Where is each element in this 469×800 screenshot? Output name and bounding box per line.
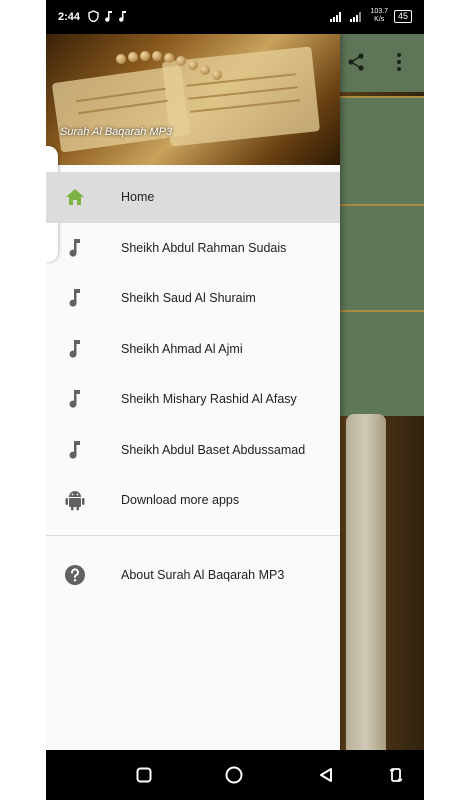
network-speed-unit: K/s (374, 16, 385, 23)
prayer-bead (116, 54, 126, 64)
menu-item-home[interactable]: Home (46, 172, 340, 223)
menu-item-label: Sheikh Ahmad Al Ajmi (121, 341, 243, 356)
prayer-bead (152, 51, 162, 61)
menu-item-about[interactable]: About Surah Al Baqarah MP3 (46, 550, 340, 601)
status-time: 2:44 (58, 11, 81, 23)
drawer-header: Surah Al Baqarah MP3 (46, 34, 340, 165)
prayer-bead (212, 70, 222, 80)
prayer-bead (188, 60, 198, 70)
menu-item-sudais[interactable]: Sheikh Abdul Rahman Sudais (46, 223, 340, 274)
menu-item-abdussamad[interactable]: Sheikh Abdul Baset Abdussamad (46, 425, 340, 476)
signal-icon (350, 11, 362, 22)
drawer-header-title: Surah Al Baqarah MP3 (60, 126, 173, 138)
menu-item-afasy[interactable]: Sheikh Mishary Rashid Al Afasy (46, 374, 340, 425)
recents-button[interactable] (134, 765, 154, 785)
home-icon (64, 186, 86, 208)
prayer-bead (140, 51, 150, 61)
signal-icon (330, 11, 342, 22)
menu-item-download-apps[interactable]: Download more apps (46, 475, 340, 526)
menu-item-label: Download more apps (121, 493, 240, 508)
music-note-icon (64, 439, 86, 461)
rotate-screen-button[interactable] (386, 765, 406, 785)
menu-divider (46, 534, 340, 536)
square-icon (136, 767, 152, 783)
music-note-icon (119, 11, 126, 22)
prayer-bead (128, 52, 138, 62)
menu-item-label: Home (121, 190, 155, 205)
status-bar: 2:44 103.7 K/s 45 (46, 0, 424, 34)
menu-item-ajmi[interactable]: Sheikh Ahmad Al Ajmi (46, 324, 340, 375)
rotate-icon (389, 768, 403, 782)
status-notification-icons (88, 10, 127, 22)
back-button[interactable] (316, 765, 336, 785)
music-note-icon (64, 388, 86, 410)
prayer-bead (164, 53, 174, 63)
menu-item-shuraim[interactable]: Sheikh Saud Al Shuraim (46, 273, 340, 324)
menu-item-label: About Surah Al Baqarah MP3 (121, 567, 285, 582)
prayer-bead (176, 56, 186, 66)
phone-screen: 2:44 103.7 K/s 45 Surah Al Baqarah MP3 H… (46, 0, 424, 800)
prayer-bead (200, 65, 210, 75)
menu-item-label: Sheikh Mishary Rashid Al Afasy (121, 392, 297, 407)
music-note-icon (105, 11, 112, 22)
shield-icon (88, 10, 99, 22)
battery-icon: 45 (393, 9, 412, 23)
navigation-drawer: Surah Al Baqarah MP3 Home Sheikh Abdul R… (46, 34, 340, 750)
back-triangle-icon (320, 768, 332, 782)
menu-item-label: Sheikh Abdul Rahman Sudais (121, 240, 287, 255)
network-speed: 103.7 K/s (370, 8, 388, 24)
status-right-icons: 103.7 K/s 45 (330, 8, 412, 24)
music-note-icon (64, 237, 86, 259)
menu-item-label: Sheikh Saud Al Shuraim (121, 291, 256, 306)
android-icon (64, 489, 86, 511)
menu-item-label: Sheikh Abdul Baset Abdussamad (121, 442, 306, 457)
help-icon (64, 564, 86, 586)
drawer-menu: Home Sheikh Abdul Rahman Sudais Sheikh S… (46, 172, 340, 600)
network-speed-value: 103.7 (370, 8, 388, 15)
music-note-icon (64, 287, 86, 309)
music-note-icon (64, 338, 86, 360)
home-button[interactable] (224, 765, 244, 785)
system-navigation-bar (46, 750, 424, 800)
circle-icon (225, 766, 243, 784)
